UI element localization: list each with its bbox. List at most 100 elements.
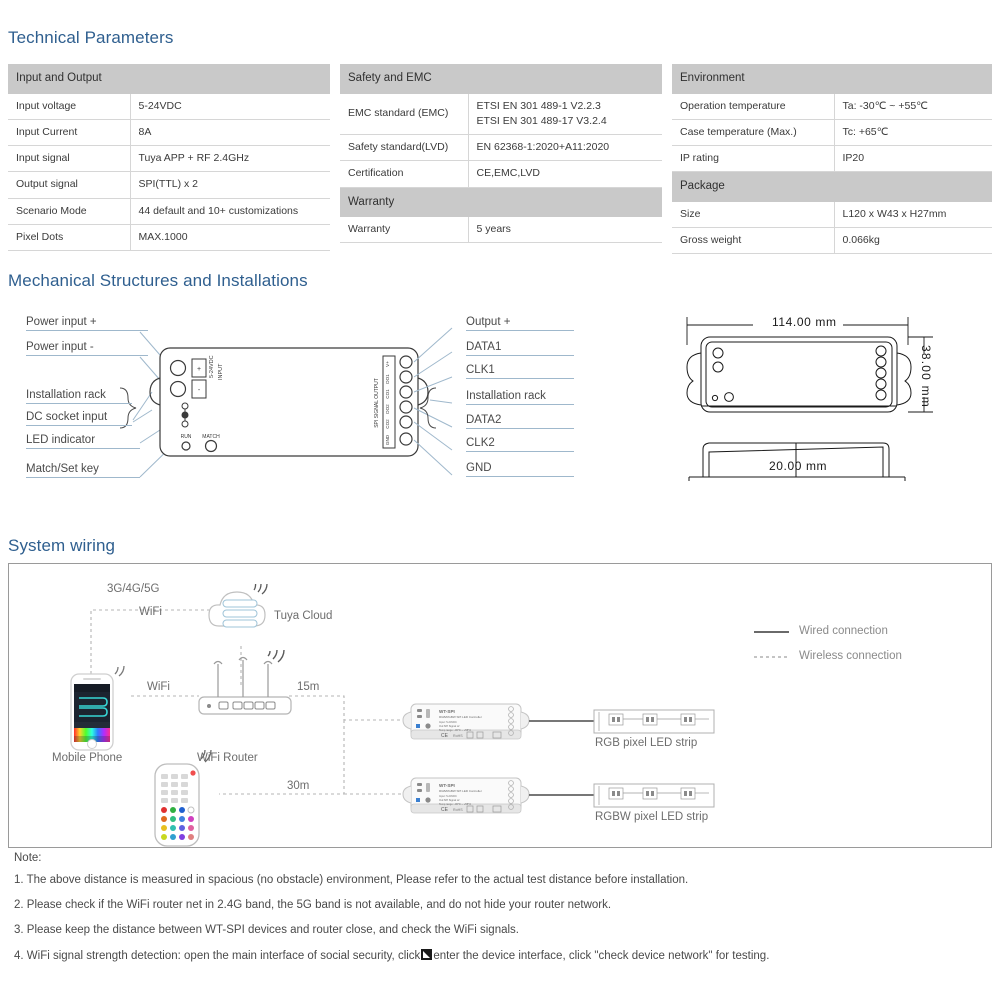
note-item-4-suffix: enter the device interface, click "check… [433, 949, 770, 962]
svg-text:RGB/RGBW SPI LED Controller: RGB/RGBW SPI LED Controller [439, 789, 482, 793]
table-row: IP rating IP20 [672, 145, 992, 173]
wire-label-cellular: 3G/4G/5G [107, 583, 160, 595]
row-value-line2: ETSI EN 301 489-17 V3.2.4 [476, 114, 607, 127]
row-value: 5-24VDC [130, 93, 330, 120]
svg-text:RoHS: RoHS [453, 734, 463, 738]
mech-label-led-indicator: LED indicator [26, 434, 140, 449]
mech-label-power-input-minus: Power input - [26, 341, 148, 356]
row-label: Scenario Mode [8, 198, 131, 225]
wire-label-mobile-phone: Mobile Phone [52, 752, 123, 764]
dimension-width: 38.00 mm [919, 345, 933, 408]
notes-section: Note: 1. The above distance is measured … [14, 852, 994, 973]
mech-label-installation-rack-right: Installation rack [466, 390, 574, 405]
svg-text:RoHS: RoHS [453, 808, 463, 812]
wire-label-distance-30m: 30m [287, 780, 310, 792]
row-value: EN 62368-1:2020+A11:2020 [468, 134, 662, 162]
row-label: Operation temperature [672, 93, 835, 120]
svg-text:Temp range: -30°C ~ +55°C: Temp range: -30°C ~ +55°C [439, 802, 471, 806]
row-value: Ta: -30℃ ~ +55℃ [834, 93, 992, 120]
table-row: Input voltage 5-24VDC [8, 93, 330, 120]
wire-label-distance-15m: 15m [297, 681, 320, 693]
table-environment: Environment Operation temperature Ta: -3… [672, 64, 992, 255]
group-header-label: Environment [672, 64, 992, 94]
row-label: Case temperature (Max.) [672, 119, 835, 147]
row-label: Size [672, 201, 835, 229]
row-label: Certification [340, 160, 469, 188]
row-value: MAX.1000 [130, 224, 330, 251]
leader-line [413, 407, 453, 428]
svg-text:CE: CE [441, 733, 449, 739]
table-row: Input signal Tuya APP + RF 2.4GHz [8, 145, 330, 173]
wireless-link-phone-cloud [90, 609, 217, 674]
svg-text:CO1: CO1 [385, 389, 390, 399]
remote-control-icon [154, 749, 212, 847]
row-label: Input signal [8, 145, 131, 173]
table-row: Certification CE,EMC,LVD [340, 160, 662, 188]
mech-label-clk2: CLK2 [466, 437, 574, 452]
table-row: Input Current 8A [8, 119, 330, 147]
system-wiring-panel: WT-SPI RGB/RGBW SPI LED Controller Input… [8, 563, 992, 848]
row-value: Tuya APP + RF 2.4GHz [130, 145, 330, 173]
note-item-4-prefix: 4. WiFi signal strength detection: open … [14, 949, 421, 962]
mech-label-clk1: CLK1 [466, 364, 574, 379]
svg-text:MATCH: MATCH [202, 434, 220, 440]
table-row: Case temperature (Max.) Tc: +65℃ [672, 119, 992, 147]
table-row: Scenario Mode 44 default and 10+ customi… [8, 198, 330, 225]
dimension-height: 20.00 mm [769, 459, 828, 473]
row-label: IP rating [672, 145, 835, 173]
group-header-label: Package [672, 171, 992, 202]
device-top-view: + - 5-24VDC INPUT RUN MATCH SPI SIGNAL O… [149, 347, 429, 457]
wire-label-wifi-router: WiFi Router [197, 752, 258, 764]
signal-strength-icon [421, 948, 433, 960]
leader-line [413, 376, 453, 393]
note-item-2: 2. Please check if the WiFi router net i… [14, 899, 612, 912]
controller-rgb: WT-SPI RGB/RGBW SPI LED Controller Input… [402, 703, 530, 740]
wireless-link-router-controller [289, 695, 409, 721]
row-label: Warranty [340, 216, 469, 244]
mech-label-match-set-key: Match/Set key [26, 463, 140, 478]
wire-label-tuya-cloud: Tuya Cloud [274, 610, 333, 622]
datasheet-page: Technical Parameters Input and Output In… [0, 0, 1000, 1000]
svg-text:WT-SPI: WT-SPI [439, 709, 455, 714]
rgb-led-strip-icon [593, 709, 715, 734]
mech-label-installation-rack-left: Installation rack [26, 389, 132, 404]
mobile-phone-icon [70, 665, 125, 751]
wire-label-wifi-router-link: WiFi [147, 681, 170, 693]
group-header-label: Warranty [340, 187, 662, 218]
svg-text:WT-SPI: WT-SPI [439, 783, 455, 788]
section-title-technical-parameters: Technical Parameters [8, 28, 174, 47]
table-group-header: Warranty [340, 187, 662, 218]
table-row: Warranty 5 years [340, 216, 662, 244]
leader-line [139, 429, 161, 444]
svg-text:Temp range: -30°C ~ +55°C: Temp range: -30°C ~ +55°C [439, 728, 471, 732]
controller-rgbw: WT-SPI RGB/RGBW SPI LED Controller Input… [402, 777, 530, 814]
svg-text:CE: CE [441, 807, 449, 813]
row-value: CE,EMC,LVD [468, 160, 662, 188]
table-group-header: Safety and EMC [340, 64, 662, 94]
row-label: Gross weight [672, 227, 835, 255]
legend-label-wireless: Wireless connection [799, 650, 902, 662]
svg-text:Out:SPI Signal x2: Out:SPI Signal x2 [439, 724, 460, 728]
svg-text:CO2: CO2 [385, 419, 390, 429]
svg-text:Input: 5-24VDC: Input: 5-24VDC [439, 720, 457, 724]
svg-text:+: + [197, 366, 201, 373]
mech-label-power-input-plus: Power input + [26, 316, 148, 331]
note-item-3: 3. Please keep the distance between WT-S… [14, 924, 519, 937]
table-group-header: Environment [672, 64, 992, 94]
section-title-system-wiring: System wiring [8, 536, 116, 555]
row-value: L120 x W43 x H27mm [834, 201, 992, 229]
dimension-length: 114.00 mm [772, 315, 837, 329]
note-item-1: 1. The above distance is measured in spa… [14, 874, 689, 886]
mech-label-gnd: GND [466, 462, 574, 477]
svg-text:RUN: RUN [181, 434, 192, 440]
svg-text:SPI SIGNAL OUTPUT: SPI SIGNAL OUTPUT [374, 378, 380, 428]
table-row: Pixel Dots MAX.1000 [8, 224, 330, 251]
leader-line [139, 356, 161, 381]
group-header-label: Safety and EMC [340, 64, 662, 94]
row-value: ETSI EN 301 489-1 V2.2.3 ETSI EN 301 489… [468, 93, 662, 136]
rgbw-led-strip-icon [593, 783, 715, 808]
row-value: 0.066kg [834, 227, 992, 255]
mech-label-output-plus: Output + [466, 316, 574, 331]
row-value: Tc: +65℃ [834, 119, 992, 147]
row-value: SPI(TTL) x 2 [130, 171, 330, 199]
